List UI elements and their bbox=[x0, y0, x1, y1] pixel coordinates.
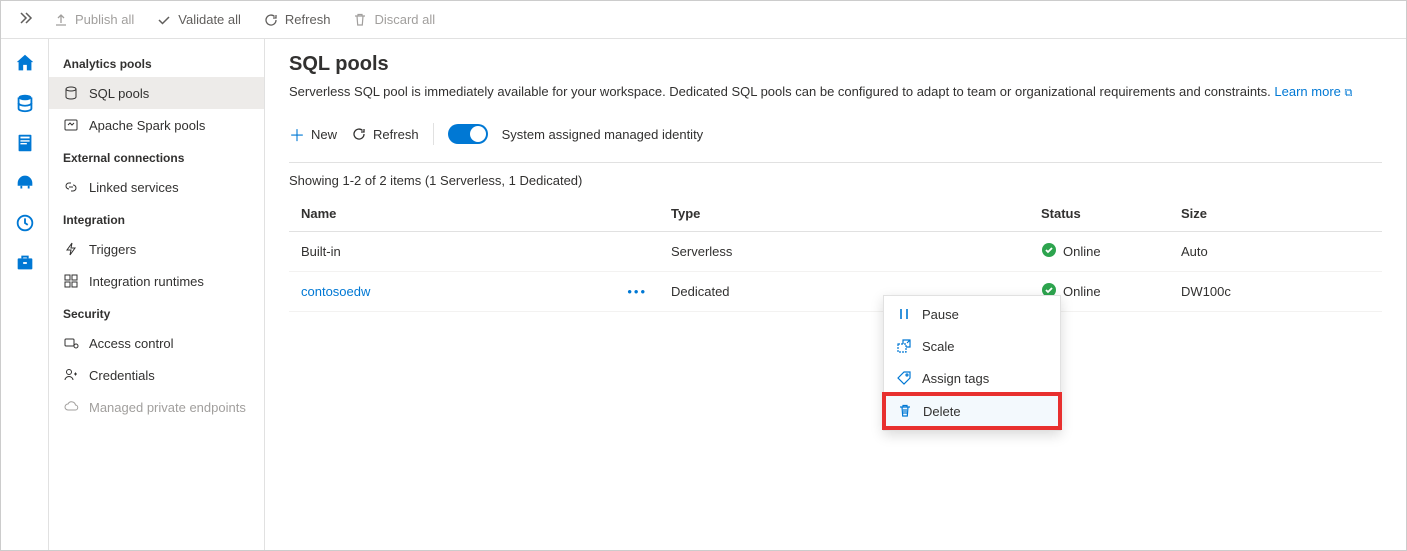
spark-icon bbox=[63, 117, 79, 133]
cell-size: DW100c bbox=[1169, 272, 1382, 312]
refresh-top-label: Refresh bbox=[285, 12, 331, 27]
action-bar: ＋ New Refresh System assigned managed id… bbox=[289, 116, 1382, 163]
ctx-scale[interactable]: Scale bbox=[884, 330, 1060, 362]
result-count: Showing 1-2 of 2 items (1 Serverless, 1 … bbox=[289, 173, 1382, 188]
refresh-button[interactable]: Refresh bbox=[253, 6, 341, 34]
page-title: SQL pools bbox=[289, 53, 1382, 76]
table-row[interactable]: Built-in Serverless Online Auto bbox=[289, 232, 1382, 272]
refresh-content-button[interactable]: Refresh bbox=[351, 126, 419, 142]
row-more-button[interactable]: ••• bbox=[627, 284, 647, 299]
validate-all-button[interactable]: Validate all bbox=[146, 6, 251, 34]
toggle-label: System assigned managed identity bbox=[502, 127, 704, 142]
link-icon bbox=[63, 179, 79, 195]
delete-icon bbox=[897, 403, 913, 419]
nav-section-ext: External connections bbox=[49, 141, 264, 171]
nav-section-sec: Security bbox=[49, 297, 264, 327]
pause-icon bbox=[896, 306, 912, 322]
rail-monitor[interactable] bbox=[7, 205, 43, 241]
nav-sql-pools-label: SQL pools bbox=[89, 86, 149, 101]
refresh-content-label: Refresh bbox=[373, 127, 419, 142]
publish-all-label: Publish all bbox=[75, 12, 134, 27]
nav-spark-pools-label: Apache Spark pools bbox=[89, 118, 205, 133]
ctx-delete[interactable]: Delete bbox=[884, 394, 1060, 428]
ctx-pause-label: Pause bbox=[922, 307, 959, 322]
validate-all-label: Validate all bbox=[178, 12, 241, 27]
status-ok-icon bbox=[1041, 242, 1057, 261]
cloud-icon bbox=[63, 399, 79, 415]
nav-section-int: Integration bbox=[49, 203, 264, 233]
rail-develop[interactable] bbox=[7, 125, 43, 161]
nav-access-label: Access control bbox=[89, 336, 174, 351]
scale-icon bbox=[896, 338, 912, 354]
nav-item-triggers[interactable]: Triggers bbox=[49, 233, 264, 265]
trash-icon bbox=[352, 12, 368, 28]
table-header-row: Name Type Status Size bbox=[289, 196, 1382, 232]
upload-icon bbox=[53, 12, 69, 28]
ctx-tags-label: Assign tags bbox=[922, 371, 989, 386]
nav-item-access-control[interactable]: Access control bbox=[49, 327, 264, 359]
check-icon bbox=[156, 12, 172, 28]
col-status[interactable]: Status bbox=[1029, 196, 1169, 232]
ctx-scale-label: Scale bbox=[922, 339, 955, 354]
side-navigation: Analytics pools SQL pools Apache Spark p… bbox=[49, 39, 265, 550]
content-area: SQL pools Serverless SQL pool is immedia… bbox=[265, 39, 1406, 550]
external-link-icon: ⧉ bbox=[1345, 87, 1353, 99]
top-toolbar: Publish all Validate all Refresh Discard… bbox=[1, 1, 1406, 39]
discard-all-label: Discard all bbox=[374, 12, 435, 27]
nav-item-credentials[interactable]: Credentials bbox=[49, 359, 264, 391]
publish-all-button[interactable]: Publish all bbox=[43, 6, 144, 34]
col-type[interactable]: Type bbox=[659, 196, 1029, 232]
nav-item-spark-pools[interactable]: Apache Spark pools bbox=[49, 109, 264, 141]
col-size[interactable]: Size bbox=[1169, 196, 1382, 232]
nav-section-pools: Analytics pools bbox=[49, 47, 264, 77]
managed-identity-toggle[interactable] bbox=[448, 124, 488, 144]
rail-manage[interactable] bbox=[7, 245, 43, 281]
pools-table: Name Type Status Size Built-in Serverles… bbox=[289, 196, 1382, 312]
ctx-assign-tags[interactable]: Assign tags bbox=[884, 362, 1060, 394]
rail-home[interactable] bbox=[7, 45, 43, 81]
chevron-right-double-icon bbox=[17, 10, 33, 26]
refresh-icon bbox=[351, 126, 367, 142]
cell-size: Auto bbox=[1169, 232, 1382, 272]
icon-rail bbox=[1, 39, 49, 550]
runtime-icon bbox=[63, 273, 79, 289]
new-label: New bbox=[311, 127, 337, 142]
access-icon bbox=[63, 335, 79, 351]
credentials-icon bbox=[63, 367, 79, 383]
nav-endpoints-label: Managed private endpoints bbox=[89, 400, 246, 415]
nav-credentials-label: Credentials bbox=[89, 368, 155, 383]
nav-item-managed-endpoints[interactable]: Managed private endpoints bbox=[49, 391, 264, 423]
refresh-icon bbox=[263, 12, 279, 28]
divider bbox=[433, 123, 434, 145]
new-button[interactable]: ＋ New bbox=[289, 122, 337, 146]
trigger-icon bbox=[63, 241, 79, 257]
nav-item-linked-services[interactable]: Linked services bbox=[49, 171, 264, 203]
row-context-menu: Pause Scale Assign tags Delete bbox=[883, 295, 1061, 431]
ctx-delete-label: Delete bbox=[923, 404, 961, 419]
sql-pool-icon bbox=[63, 85, 79, 101]
tag-icon bbox=[896, 370, 912, 386]
table-row[interactable]: contosoedw ••• Dedicated Online DW100c bbox=[289, 272, 1382, 312]
nav-linked-label: Linked services bbox=[89, 180, 179, 195]
cell-name: Built-in bbox=[289, 232, 659, 272]
collapse-toggle-button[interactable] bbox=[9, 6, 41, 33]
page-description: Serverless SQL pool is immediately avail… bbox=[289, 84, 1382, 100]
col-name[interactable]: Name bbox=[289, 196, 659, 232]
rail-data[interactable] bbox=[7, 85, 43, 121]
cell-status: Online bbox=[1029, 232, 1169, 272]
nav-triggers-label: Triggers bbox=[89, 242, 136, 257]
cell-type: Serverless bbox=[659, 232, 1029, 272]
learn-more-link[interactable]: Learn more ⧉ bbox=[1274, 84, 1352, 99]
nav-runtimes-label: Integration runtimes bbox=[89, 274, 204, 289]
plus-icon: ＋ bbox=[289, 122, 305, 146]
cell-name[interactable]: contosoedw ••• bbox=[289, 272, 659, 312]
ctx-pause[interactable]: Pause bbox=[884, 298, 1060, 330]
discard-all-button[interactable]: Discard all bbox=[342, 6, 445, 34]
nav-item-sql-pools[interactable]: SQL pools bbox=[49, 77, 264, 109]
nav-item-runtimes[interactable]: Integration runtimes bbox=[49, 265, 264, 297]
rail-integrate[interactable] bbox=[7, 165, 43, 201]
